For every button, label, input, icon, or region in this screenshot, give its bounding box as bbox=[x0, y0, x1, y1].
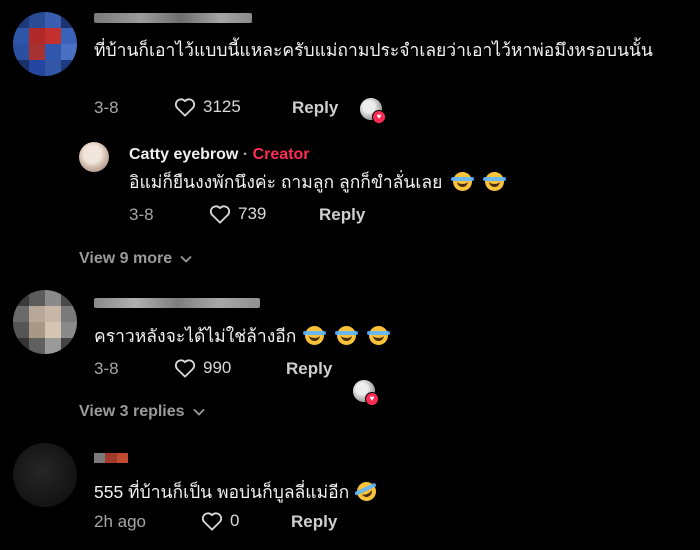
view-replies-label: View 3 replies bbox=[79, 403, 185, 420]
face-with-tears-of-joy-emoji bbox=[335, 326, 359, 345]
blur-block bbox=[94, 453, 106, 463]
heart-outline-icon bbox=[201, 512, 223, 531]
commenter-username-blurred[interactable] bbox=[94, 13, 252, 23]
reply-text-content: อิแม่ก็ยืนงงพักนึงค่ะ ถามลูก ลูกก็ขำลั่น… bbox=[129, 172, 443, 192]
commenter-avatar[interactable] bbox=[13, 290, 77, 354]
heart-outline-icon bbox=[174, 98, 196, 117]
reply-date: 3-8 bbox=[129, 205, 154, 224]
view-more-label: View 9 more bbox=[79, 250, 173, 267]
like-count: 3125 bbox=[203, 97, 241, 116]
like-count: 990 bbox=[203, 358, 232, 377]
like-count: 0 bbox=[230, 511, 240, 530]
reply-like-button[interactable]: 739 bbox=[209, 204, 266, 224]
heart-filled-icon: ♥ bbox=[372, 110, 386, 124]
face-with-tears-of-joy-emoji bbox=[483, 172, 507, 191]
creator-badge: Creator bbox=[252, 146, 310, 163]
separator-dot: · bbox=[242, 146, 249, 163]
rolling-on-floor-laughing-emoji bbox=[353, 478, 380, 505]
chevron-down-icon bbox=[192, 408, 205, 416]
reply-button[interactable]: Reply bbox=[319, 205, 365, 225]
blur-block bbox=[105, 453, 117, 463]
comment-text-content: 555 ที่บ้านก็เป็น พอบ่นก็บูลลี่แม่อีก bbox=[94, 482, 350, 502]
face-with-tears-of-joy-emoji bbox=[303, 326, 327, 345]
commenter-username-blurred[interactable] bbox=[94, 453, 128, 463]
like-button[interactable]: 3125 bbox=[174, 97, 241, 117]
blur-block bbox=[116, 453, 128, 463]
creator-liked-badge: ♥ bbox=[360, 98, 386, 124]
commenter-avatar[interactable] bbox=[13, 443, 77, 507]
chevron-down-icon bbox=[180, 255, 192, 263]
reply-button[interactable]: Reply bbox=[292, 98, 338, 118]
comment-timestamp: 2h ago bbox=[94, 512, 146, 531]
reply-author-line: Catty eyebrow · Creator bbox=[129, 146, 310, 164]
comment-date: 3-8 bbox=[94, 359, 119, 378]
commenter-username-blurred[interactable] bbox=[94, 298, 260, 308]
like-button[interactable]: 0 bbox=[201, 511, 239, 531]
view-replies-button[interactable]: View 3 replies bbox=[79, 403, 205, 421]
creator-liked-badge: ♥ bbox=[353, 380, 379, 406]
creator-avatar[interactable] bbox=[79, 142, 109, 172]
face-with-tears-of-joy-emoji bbox=[451, 172, 475, 191]
view-more-replies-button[interactable]: View 9 more bbox=[79, 250, 192, 268]
comment-text: คราวหลังจะได้ไม่ใช่ล้างอีก bbox=[94, 322, 390, 350]
heart-outline-icon bbox=[209, 205, 231, 224]
reply-button[interactable]: Reply bbox=[291, 512, 337, 532]
heart-filled-icon: ♥ bbox=[365, 392, 379, 406]
comment-date: 3-8 bbox=[94, 98, 119, 117]
comment-text: ที่บ้านก็เอาไว้แบบนี้แหละครับแม่ถามประจำ… bbox=[94, 40, 653, 60]
like-button[interactable]: 990 bbox=[174, 358, 231, 378]
comment-text: 555 ที่บ้านก็เป็น พอบ่นก็บูลลี่แม่อีก bbox=[94, 478, 380, 506]
face-with-tears-of-joy-emoji bbox=[366, 326, 390, 345]
reply-text: อิแม่ก็ยืนงงพักนึงค่ะ ถามลูก ลูกก็ขำลั่น… bbox=[129, 168, 507, 196]
like-count: 739 bbox=[238, 204, 267, 223]
reply-button[interactable]: Reply bbox=[286, 359, 332, 379]
comment-text-content: คราวหลังจะได้ไม่ใช่ล้างอีก bbox=[94, 326, 297, 346]
commenter-avatar[interactable] bbox=[13, 12, 77, 76]
heart-outline-icon bbox=[174, 359, 196, 378]
reply-author-name[interactable]: Catty eyebrow bbox=[129, 146, 238, 163]
